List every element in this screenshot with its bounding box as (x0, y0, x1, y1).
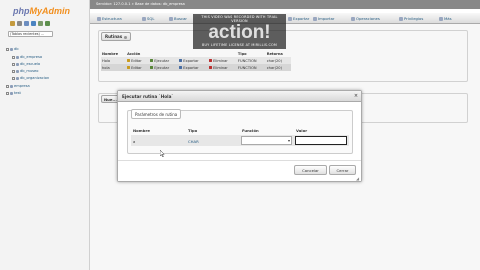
param-name: a (133, 139, 136, 144)
expand-icon[interactable] (6, 91, 9, 95)
expand-icon[interactable] (12, 62, 15, 66)
function-select[interactable]: ▾ (241, 136, 292, 145)
export-icon (288, 17, 292, 21)
operations-icon (351, 17, 355, 21)
tree-item-empresa[interactable]: empresa (6, 84, 30, 88)
database-icon (10, 47, 13, 51)
cancel-button[interactable]: Cancelar (294, 165, 327, 175)
collapse-icon[interactable] (6, 47, 9, 51)
privileges-icon (399, 17, 403, 21)
expand-icon[interactable] (12, 69, 15, 73)
close-icon[interactable]: × (353, 93, 359, 99)
reload-icon[interactable] (45, 21, 50, 26)
query-window-icon[interactable] (24, 21, 29, 26)
tab-buscar[interactable]: Buscar (167, 15, 189, 23)
search-icon (169, 17, 173, 21)
database-icon (16, 69, 19, 73)
breadcrumb[interactable]: Servidor: 127.0.0.1 » Base de datos: db_… (96, 2, 185, 6)
tab-sql[interactable]: SQL (140, 15, 157, 23)
tab-estructura[interactable]: Estructura (95, 15, 124, 23)
tab-exportar[interactable]: Exportar (286, 15, 311, 23)
tree-item-db-museo[interactable]: db_museo (12, 69, 38, 73)
database-icon (16, 62, 19, 66)
resize-grip-icon[interactable]: ◢ (356, 176, 361, 181)
expand-icon[interactable] (6, 84, 9, 88)
logo-php-text: php (13, 6, 30, 16)
param-header-type: Tipo (188, 128, 198, 133)
param-header-value: Valor (296, 128, 308, 133)
tab-privilegios[interactable]: Privilegios (397, 15, 425, 23)
database-icon (16, 55, 19, 59)
import-icon (313, 17, 317, 21)
expand-icon[interactable] (12, 76, 15, 80)
navigation-panel (0, 0, 90, 270)
home-icon[interactable] (10, 21, 15, 26)
tree-item-db-empresa[interactable]: db_empresa (12, 55, 42, 59)
database-icon (16, 76, 19, 80)
tree-item-test[interactable]: test (6, 91, 21, 95)
tab-operaciones[interactable]: Operaciones (349, 15, 382, 23)
close-button[interactable]: Cerrar (329, 165, 356, 175)
docs-icon[interactable] (31, 21, 36, 26)
value-input[interactable] (295, 136, 347, 145)
more-icon (439, 17, 443, 21)
logout-icon[interactable] (17, 21, 22, 26)
phpmyadmin-logo[interactable]: phpMyAdmin (13, 6, 70, 16)
param-header-name: Nombre (133, 128, 150, 133)
database-icon (10, 91, 13, 95)
tab-mas[interactable]: Más (437, 15, 454, 23)
tree-item-db-escuela[interactable]: db_escuela (12, 62, 40, 66)
param-header-function: Función (242, 128, 259, 133)
structure-icon (97, 17, 101, 21)
tree-item-db-organizacion[interactable]: db_organizacion (12, 76, 49, 80)
mouse-cursor-icon (160, 150, 165, 157)
recent-tables-select[interactable]: (Tablas recientes) ... (8, 31, 53, 37)
chevron-down-icon: ▾ (287, 138, 290, 143)
expand-icon[interactable] (12, 55, 15, 59)
database-icon (10, 84, 13, 88)
tab-importar[interactable]: Importar (311, 15, 337, 23)
tree-item-db[interactable]: db (6, 47, 19, 51)
logo-admin-text: MyAdmin (29, 6, 71, 16)
settings-gear-icon[interactable] (38, 21, 43, 26)
param-type: CHAR (188, 139, 199, 144)
sql-icon (142, 17, 146, 21)
dialog-title: Ejecutar rutina `Hola` (122, 94, 174, 99)
params-legend: Parámetros de rutina (131, 109, 182, 119)
